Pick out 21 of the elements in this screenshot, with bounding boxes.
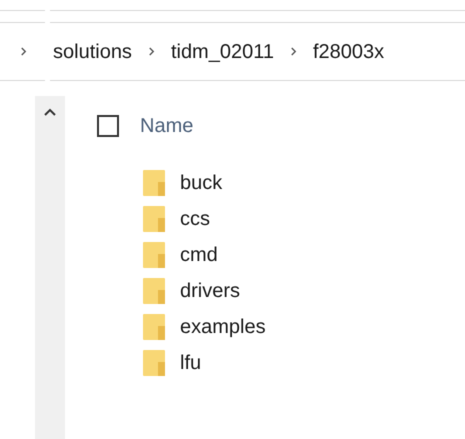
breadcrumb-item[interactable]: f28003x [312,36,384,66]
folder-icon [143,206,165,232]
folder-icon [143,278,165,304]
breadcrumb-item[interactable]: tidm_02011 [170,36,274,66]
chevron-icon[interactable] [20,47,27,56]
folder-name[interactable]: buck [180,168,222,198]
folder-name[interactable]: drivers [180,276,240,306]
chevron-icon[interactable] [290,47,297,56]
folder-name[interactable]: lfu [180,348,202,378]
folder-icon [143,314,165,340]
folder-name[interactable]: cmd [180,240,218,270]
chevron-icon[interactable] [148,47,155,56]
folder-name[interactable]: ccs [180,204,210,234]
collapse-icon[interactable] [44,108,56,116]
name-column-header[interactable]: Name [140,111,194,141]
folder-icon [143,350,165,376]
select-all-checkbox[interactable] [97,115,119,137]
folder-icon [143,170,165,196]
folder-name[interactable]: examples [180,312,266,342]
breadcrumb-item[interactable]: solutions [53,36,132,66]
folder-icon [143,242,165,268]
